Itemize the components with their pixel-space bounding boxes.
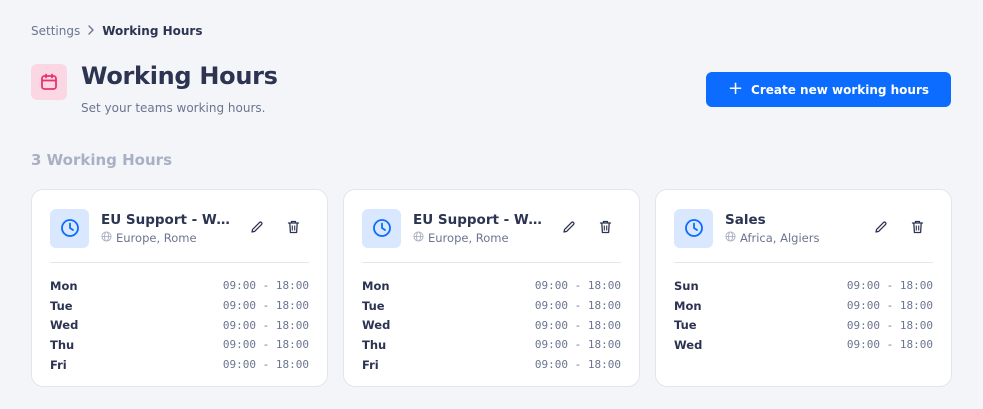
timezone-label: Africa, Algiers <box>740 230 820 245</box>
schedule-list: Sun 09:00 - 18:00 Mon 09:00 - 18:00 Tue 09:00… <box>674 276 933 355</box>
card-divider <box>362 262 621 263</box>
create-working-hours-label: Create new working hours <box>751 82 930 97</box>
schedule-hours: 09:00 - 18:00 <box>222 338 309 352</box>
card-divider <box>50 262 309 263</box>
working-hours-card[interactable]: Sales Africa, Algiers Sun 09:00 - 18:00 … <box>655 189 952 387</box>
timezone-label: Europe, Rome <box>116 230 197 245</box>
schedule-day: Tue <box>362 298 385 313</box>
pencil-icon <box>250 220 264 237</box>
schedule-row: Tue 09:00 - 18:00 <box>362 296 621 316</box>
working-hours-card[interactable]: EU Support - We... Europe, Rome Mon 09:0… <box>343 189 640 387</box>
schedule-row: Tue 09:00 - 18:00 <box>674 315 933 335</box>
schedule-row: Sun 09:00 - 18:00 <box>674 276 933 296</box>
card-timezone: Europe, Rome <box>413 231 545 245</box>
schedule-row: Fri 09:00 - 18:00 <box>362 355 621 375</box>
schedule-hours: 09:00 - 18:00 <box>846 318 933 332</box>
card-actions <box>559 218 615 238</box>
create-working-hours-button[interactable]: + Create new working hours <box>706 72 951 107</box>
pencil-icon <box>874 220 888 237</box>
plus-icon: + <box>727 77 744 99</box>
page-subtitle: Set your teams working hours. <box>81 101 266 115</box>
schedule-day: Fri <box>50 357 67 372</box>
schedule-list: Mon 09:00 - 18:00 Tue 09:00 - 18:00 Wed 09:00… <box>362 276 621 374</box>
schedule-row: Thu 09:00 - 18:00 <box>362 335 621 355</box>
working-hours-count: 3 Working Hours <box>31 151 172 169</box>
schedule-hours: 09:00 - 18:00 <box>534 318 621 332</box>
clock-icon <box>50 208 89 248</box>
edit-button[interactable] <box>247 218 267 238</box>
schedule-day: Mon <box>50 278 78 293</box>
schedule-day: Tue <box>674 318 697 333</box>
schedule-list: Mon 09:00 - 18:00 Tue 09:00 - 18:00 Wed 09:00… <box>50 276 309 374</box>
schedule-hours: 09:00 - 18:00 <box>222 279 309 293</box>
card-header: EU Support - We... Europe, Rome <box>50 208 309 248</box>
card-actions <box>871 218 927 238</box>
schedule-day: Wed <box>674 337 703 352</box>
schedule-day: Mon <box>362 278 390 293</box>
schedule-hours: 09:00 - 18:00 <box>534 299 621 313</box>
working-hours-list: EU Support - We... Europe, Rome Mon 09:0… <box>31 189 952 387</box>
card-title: EU Support - We... <box>101 211 233 228</box>
delete-button[interactable] <box>907 218 927 238</box>
card-timezone: Africa, Algiers <box>725 231 857 245</box>
schedule-hours: 09:00 - 18:00 <box>534 279 621 293</box>
schedule-row: Wed 09:00 - 18:00 <box>362 315 621 335</box>
schedule-day: Fri <box>362 357 379 372</box>
schedule-day: Tue <box>50 298 73 313</box>
card-title: Sales <box>725 211 766 228</box>
globe-icon <box>725 230 736 245</box>
schedule-row: Tue 09:00 - 18:00 <box>50 296 309 316</box>
card-header: EU Support - We... Europe, Rome <box>362 208 621 248</box>
calendar-icon <box>31 64 67 100</box>
trash-icon <box>911 220 924 237</box>
schedule-day: Sun <box>674 278 699 293</box>
delete-button[interactable] <box>595 218 615 238</box>
schedule-hours: 09:00 - 18:00 <box>534 358 621 372</box>
card-info: Sales Africa, Algiers <box>725 212 857 245</box>
schedule-day: Mon <box>674 298 702 313</box>
schedule-row: Mon 09:00 - 18:00 <box>362 276 621 296</box>
edit-button[interactable] <box>559 218 579 238</box>
clock-icon <box>674 208 713 248</box>
clock-icon <box>362 208 401 248</box>
schedule-day: Thu <box>362 337 387 352</box>
schedule-hours: 09:00 - 18:00 <box>222 358 309 372</box>
schedule-hours: 09:00 - 18:00 <box>222 299 309 313</box>
card-title: EU Support - We... <box>413 211 545 228</box>
chevron-right-icon <box>87 24 95 38</box>
schedule-row: Mon 09:00 - 18:00 <box>674 296 933 316</box>
schedule-row: Mon 09:00 - 18:00 <box>50 276 309 296</box>
card-header: Sales Africa, Algiers <box>674 208 933 248</box>
schedule-row: Thu 09:00 - 18:00 <box>50 335 309 355</box>
schedule-row: Fri 09:00 - 18:00 <box>50 355 309 375</box>
schedule-hours: 09:00 - 18:00 <box>846 279 933 293</box>
edit-button[interactable] <box>871 218 891 238</box>
schedule-day: Wed <box>50 318 79 333</box>
globe-icon <box>101 230 112 245</box>
card-info: EU Support - We... Europe, Rome <box>413 212 545 245</box>
working-hours-card[interactable]: EU Support - We... Europe, Rome Mon 09:0… <box>31 189 328 387</box>
card-divider <box>674 262 933 263</box>
schedule-day: Wed <box>362 318 391 333</box>
schedule-hours: 09:00 - 18:00 <box>846 299 933 313</box>
timezone-label: Europe, Rome <box>428 230 509 245</box>
schedule-hours: 09:00 - 18:00 <box>222 318 309 332</box>
page-title: Working Hours <box>81 62 278 90</box>
card-actions <box>247 218 303 238</box>
schedule-hours: 09:00 - 18:00 <box>846 338 933 352</box>
breadcrumb-current: Working Hours <box>102 24 203 38</box>
pencil-icon <box>562 220 576 237</box>
breadcrumb: Settings Working Hours <box>31 24 202 38</box>
schedule-row: Wed 09:00 - 18:00 <box>674 335 933 355</box>
breadcrumb-settings-link[interactable]: Settings <box>31 24 80 38</box>
delete-button[interactable] <box>283 218 303 238</box>
card-timezone: Europe, Rome <box>101 231 233 245</box>
trash-icon <box>599 220 612 237</box>
globe-icon <box>413 230 424 245</box>
schedule-hours: 09:00 - 18:00 <box>534 338 621 352</box>
schedule-day: Thu <box>50 337 75 352</box>
card-info: EU Support - We... Europe, Rome <box>101 212 233 245</box>
schedule-row: Wed 09:00 - 18:00 <box>50 315 309 335</box>
trash-icon <box>287 220 300 237</box>
